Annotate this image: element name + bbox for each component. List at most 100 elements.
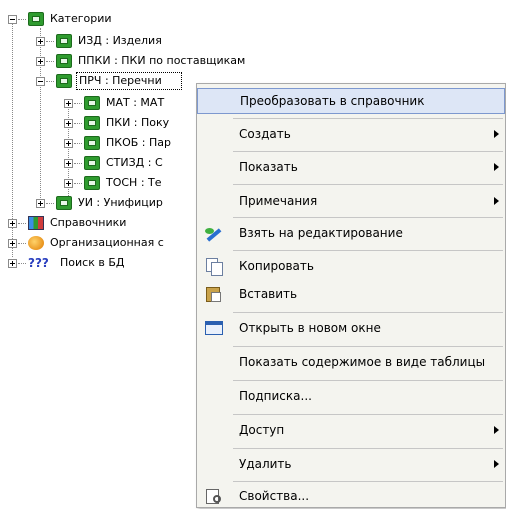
tree-node-prch[interactable]: ПРЧ : Перечни (36, 72, 182, 90)
expand-toggle[interactable] (36, 36, 45, 46)
menu-item-show[interactable]: Показать (197, 154, 505, 180)
tree-node-label: ППКИ : ПКИ по поставщикам (78, 54, 246, 67)
tree-node-label: ТОСН : Те (106, 176, 162, 189)
tree-node-stizd[interactable]: СТИЗД : С (64, 154, 165, 172)
submenu-arrow-icon (494, 130, 499, 138)
tree-node-label: УИ : Унифицир (78, 196, 163, 209)
menu-item-take-for-editing[interactable]: Взять на редактирование (197, 220, 505, 246)
menu-item-label: Преобразовать в справочник (240, 94, 425, 108)
expand-toggle[interactable] (8, 258, 17, 268)
tree-node-label: ИЗД : Изделия (78, 34, 162, 47)
menu-separator (233, 414, 503, 415)
expand-toggle[interactable] (36, 198, 45, 208)
expand-toggle[interactable] (64, 178, 73, 188)
folder-icon (84, 156, 100, 170)
tree-node-label: Справочники (50, 216, 127, 229)
tree-node-label-selected: ПРЧ : Перечни (76, 72, 182, 90)
menu-separator (233, 380, 503, 381)
tree-node-ppki[interactable]: ППКИ : ПКИ по поставщикам (36, 52, 247, 70)
menu-item-properties[interactable]: Свойства... (197, 483, 505, 509)
submenu-arrow-icon (494, 460, 499, 468)
tree-node-mat[interactable]: МАТ : МАТ (64, 94, 166, 112)
folder-icon (56, 54, 72, 68)
menu-separator (233, 312, 503, 313)
tree-node-label: Организационная с (50, 236, 164, 249)
menu-item-paste[interactable]: Вставить (197, 281, 505, 307)
folder-icon (84, 116, 100, 130)
tree-node-label: СТИЗД : С (106, 156, 163, 169)
submenu-arrow-icon (494, 426, 499, 434)
collapse-toggle[interactable] (8, 14, 17, 24)
tree-node-pki[interactable]: ПКИ : Поку (64, 114, 171, 132)
menu-separator (233, 184, 503, 185)
tree-node-pkob[interactable]: ПКОБ : Пар (64, 134, 173, 152)
edit-pencil-icon (204, 224, 224, 242)
menu-separator (233, 448, 503, 449)
folder-icon (84, 176, 100, 190)
menu-item-label: Показать содержимое в виде таблицы (239, 355, 486, 369)
expand-toggle[interactable] (64, 138, 73, 148)
folder-icon (84, 96, 100, 110)
menu-item-label: Удалить (239, 457, 292, 471)
tree-node-izd[interactable]: ИЗД : Изделия (36, 32, 164, 50)
organization-icon (28, 236, 44, 250)
menu-separator (233, 346, 503, 347)
menu-item-label: Доступ (239, 423, 285, 437)
context-menu: Преобразовать в справочник Создать Показ… (196, 83, 506, 508)
menu-item-copy[interactable]: Копировать (197, 253, 505, 279)
menu-separator (233, 217, 503, 218)
menu-item-access[interactable]: Доступ (197, 417, 505, 443)
question-marks-icon: ??? (28, 256, 49, 270)
expand-toggle[interactable] (8, 238, 17, 248)
tree-node-categories[interactable]: Категории (8, 10, 114, 28)
menu-separator (233, 250, 503, 251)
folder-icon (56, 34, 72, 48)
tree-node-label: Поиск в БД (60, 256, 125, 269)
tree-node-ui[interactable]: УИ : Унифицир (36, 194, 165, 212)
menu-item-show-as-table[interactable]: Показать содержимое в виде таблицы (197, 349, 505, 375)
menu-item-label: Открыть в новом окне (239, 321, 381, 335)
paste-icon (204, 285, 224, 303)
menu-item-label: Вставить (239, 287, 298, 301)
tree-node-directories[interactable]: Справочники (8, 214, 128, 232)
folder-icon (84, 136, 100, 150)
collapse-toggle[interactable] (36, 76, 45, 86)
menu-item-subscription[interactable]: Подписка... (197, 383, 505, 409)
menu-item-label: Создать (239, 127, 291, 141)
expand-toggle[interactable] (64, 98, 73, 108)
menu-item-label: Подписка... (239, 389, 312, 403)
menu-item-notes[interactable]: Примечания (197, 188, 505, 214)
menu-item-label: Взять на редактирование (239, 226, 403, 240)
menu-separator (233, 118, 503, 119)
expand-toggle[interactable] (36, 56, 45, 66)
tree-node-label: МАТ : МАТ (106, 96, 165, 109)
menu-item-delete[interactable]: Удалить (197, 451, 505, 477)
menu-separator (233, 151, 503, 152)
tree-node-db-search[interactable]: ??? Поиск в БД (8, 254, 126, 272)
menu-item-open-in-new-window[interactable]: Открыть в новом окне (197, 315, 505, 341)
expand-toggle[interactable] (8, 218, 17, 228)
menu-item-label: Показать (239, 160, 298, 174)
tree-node-tosn[interactable]: ТОСН : Те (64, 174, 164, 192)
properties-icon (204, 487, 224, 505)
expand-toggle[interactable] (64, 158, 73, 168)
submenu-arrow-icon (494, 197, 499, 205)
menu-separator (233, 481, 503, 482)
menu-item-create[interactable]: Создать (197, 121, 505, 147)
tree-node-org-structure[interactable]: Организационная с (8, 234, 166, 252)
tree-node-label: ПКИ : Поку (106, 116, 170, 129)
menu-item-convert-to-directory[interactable]: Преобразовать в справочник (197, 88, 505, 114)
new-window-icon (204, 319, 224, 337)
menu-item-label: Копировать (239, 259, 314, 273)
folder-icon (56, 196, 72, 210)
books-icon (28, 216, 44, 230)
copy-icon (204, 257, 224, 276)
expand-toggle[interactable] (64, 118, 73, 128)
submenu-arrow-icon (494, 163, 499, 171)
menu-item-label: Свойства... (239, 489, 310, 503)
tree-node-label: Категории (50, 12, 112, 25)
tree-node-label: ПКОБ : Пар (106, 136, 171, 149)
folder-icon (28, 12, 44, 26)
menu-item-label: Примечания (239, 194, 318, 208)
folder-icon (56, 74, 72, 88)
